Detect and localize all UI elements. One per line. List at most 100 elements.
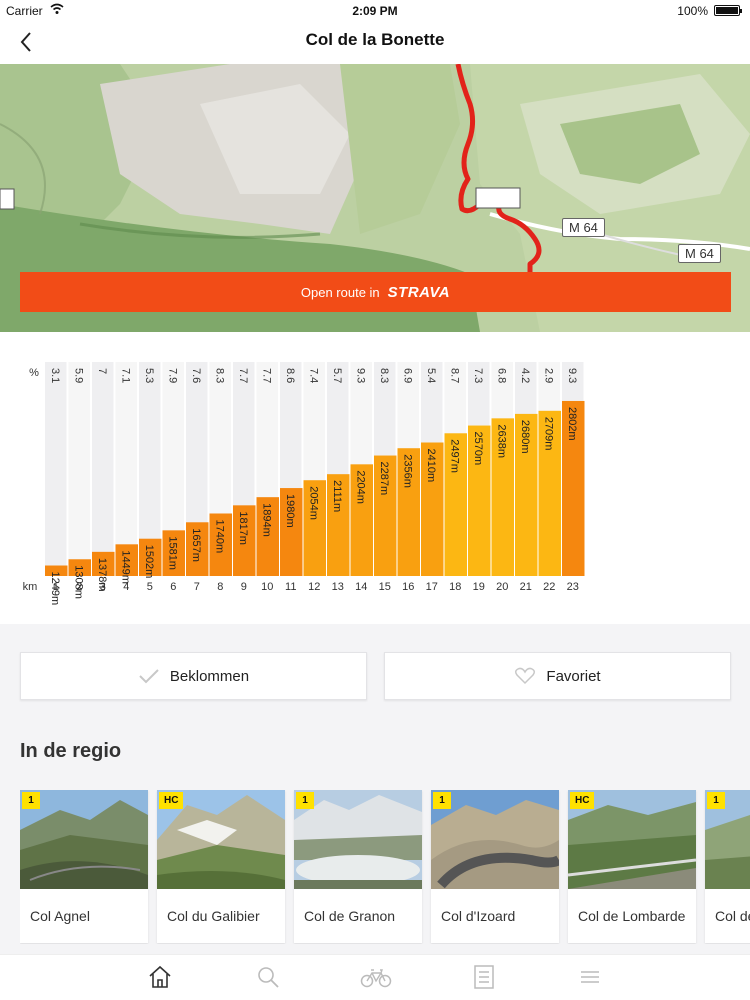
- elevation-label: 1980m: [284, 494, 296, 528]
- grade-label: 5.7: [331, 368, 343, 383]
- elevation-label: 2638m: [495, 424, 507, 458]
- open-in-strava-button[interactable]: Open route in STRAVA: [20, 272, 731, 312]
- grade-label: 5.9: [72, 368, 84, 383]
- elevation-label: 2680m: [519, 420, 531, 454]
- details-section: Beklommen Favoriet In de regio 1 Col Agn…: [0, 624, 750, 954]
- climb-card[interactable]: HC Col de Lombarde: [568, 790, 696, 943]
- km-label: 12: [308, 581, 320, 593]
- climbed-button[interactable]: Beklommen: [20, 652, 367, 700]
- climb-name: Col de Granon: [304, 908, 396, 924]
- checkmark-icon: [139, 669, 159, 684]
- nearby-climbs-carousel[interactable]: 1 Col Agnel HC Col du Galibier 1 Col de …: [20, 790, 750, 944]
- category-badge: HC: [570, 792, 595, 809]
- grade-label: 6.9: [401, 368, 413, 383]
- climb-name: Col de Lombarde: [578, 908, 686, 924]
- section-heading: In de regio: [20, 740, 122, 762]
- favorite-label: Favoriet: [546, 667, 601, 685]
- km-label: 16: [402, 581, 414, 593]
- status-bar: Carrier 2:09 PM 100%: [0, 0, 750, 22]
- km-label: 23: [567, 581, 579, 593]
- climb-card[interactable]: 1 Col d'Izoard: [431, 790, 559, 943]
- grade-label: 3.1: [49, 368, 61, 383]
- category-badge: 1: [296, 792, 314, 809]
- heart-icon: [515, 667, 536, 685]
- category-badge: 1: [433, 792, 451, 809]
- elevation-label: 1817m: [237, 511, 249, 545]
- km-column-background: [68, 362, 90, 576]
- km-label: 22: [543, 581, 555, 593]
- strava-logo: STRAVA: [387, 283, 451, 301]
- climb-name: Col du Galibier: [167, 908, 260, 924]
- grade-label: 7: [96, 368, 108, 374]
- elevation-label: 1657m: [190, 528, 202, 562]
- grade-label: 2.9: [542, 368, 554, 383]
- climb-name: Col d'Izoard: [441, 908, 516, 924]
- km-label: 20: [496, 581, 508, 593]
- battery-percentage: 100%: [677, 4, 708, 18]
- grade-label: 5.4: [425, 368, 437, 383]
- grade-label: 8.3: [213, 368, 225, 383]
- elevation-label: 2709m: [542, 417, 554, 451]
- km-label: 17: [426, 581, 438, 593]
- elevation-label: 2111m: [331, 480, 343, 512]
- navigation-bar: Col de la Bonette: [0, 22, 750, 64]
- grade-label: 8.7: [448, 368, 460, 383]
- km-column-background: [45, 362, 67, 576]
- km-label: 2: [76, 581, 82, 593]
- elevation-label: 2356m: [401, 454, 413, 488]
- climb-card[interactable]: HC Col du Galibier: [157, 790, 285, 943]
- km-label: 9: [241, 581, 247, 593]
- list-card-icon[interactable]: [470, 963, 498, 991]
- km-label: 19: [473, 581, 485, 593]
- elevation-label: 2497m: [448, 439, 460, 473]
- favorite-button[interactable]: Favoriet: [384, 652, 731, 700]
- km-column-background: [92, 362, 114, 576]
- elevation-profile: % km 3.1 1249m 1 5.9 1308m 2 7 1378m 3 7.1 1449m 4 5.3…: [0, 332, 750, 624]
- grade-label: 7.3: [472, 368, 484, 383]
- grade-label: 5.3: [143, 368, 155, 383]
- tab-bar: [0, 954, 750, 1000]
- grade-label: 8.6: [284, 368, 296, 383]
- km-label: 15: [379, 581, 391, 593]
- route-map[interactable]: M 64 M 64 Open route in STRAVA: [0, 64, 750, 332]
- elevation-profile-chart: %km3.11249m15.91308m271378m37.11449m45.3…: [23, 362, 585, 605]
- km-label: 14: [355, 581, 367, 593]
- menu-icon[interactable]: [576, 963, 604, 991]
- climb-card[interactable]: 1 Col de Granon: [294, 790, 422, 943]
- bike-icon[interactable]: [360, 963, 392, 991]
- climb-card[interactable]: 1 Col Agnel: [20, 790, 148, 943]
- grade-label: 9.3: [566, 368, 578, 383]
- elevation-label: 1581m: [166, 536, 178, 570]
- km-label: 11: [285, 581, 296, 593]
- km-label: 5: [147, 581, 153, 593]
- grade-label: 7.7: [260, 368, 272, 383]
- percent-axis-label: %: [29, 367, 39, 379]
- grade-label: 7.6: [190, 368, 202, 383]
- km-label: 10: [261, 581, 273, 593]
- road-label: M 64: [678, 244, 721, 263]
- climb-card[interactable]: 1 Col de la Cayolle: [705, 790, 750, 943]
- km-label: 3: [100, 581, 106, 593]
- elevation-label: 1740m: [213, 519, 225, 553]
- km-column-background: [115, 362, 137, 576]
- category-badge: 1: [707, 792, 725, 809]
- elevation-label: 2204m: [354, 470, 366, 504]
- grade-label: 6.8: [495, 368, 507, 383]
- elevation-label: 2570m: [472, 432, 484, 466]
- km-label: 1: [53, 581, 59, 593]
- clock: 2:09 PM: [352, 4, 398, 18]
- strava-button-label: Open route in: [300, 284, 380, 300]
- search-icon[interactable]: [254, 963, 282, 991]
- elevation-label: 2410m: [425, 449, 437, 483]
- elevation-label: 2054m: [307, 486, 319, 520]
- home-icon[interactable]: [146, 963, 174, 991]
- climbed-label: Beklommen: [169, 667, 250, 685]
- km-axis-label: km: [23, 581, 38, 593]
- elevation-label: 1894m: [260, 503, 272, 537]
- grade-label: 9.3: [354, 368, 366, 383]
- km-label: 18: [449, 581, 461, 593]
- page-title: Col de la Bonette: [305, 30, 445, 49]
- grade-label: 7.7: [237, 368, 249, 383]
- elevation-label: 2802m: [566, 407, 578, 441]
- elevation-label: 1502m: [143, 545, 155, 579]
